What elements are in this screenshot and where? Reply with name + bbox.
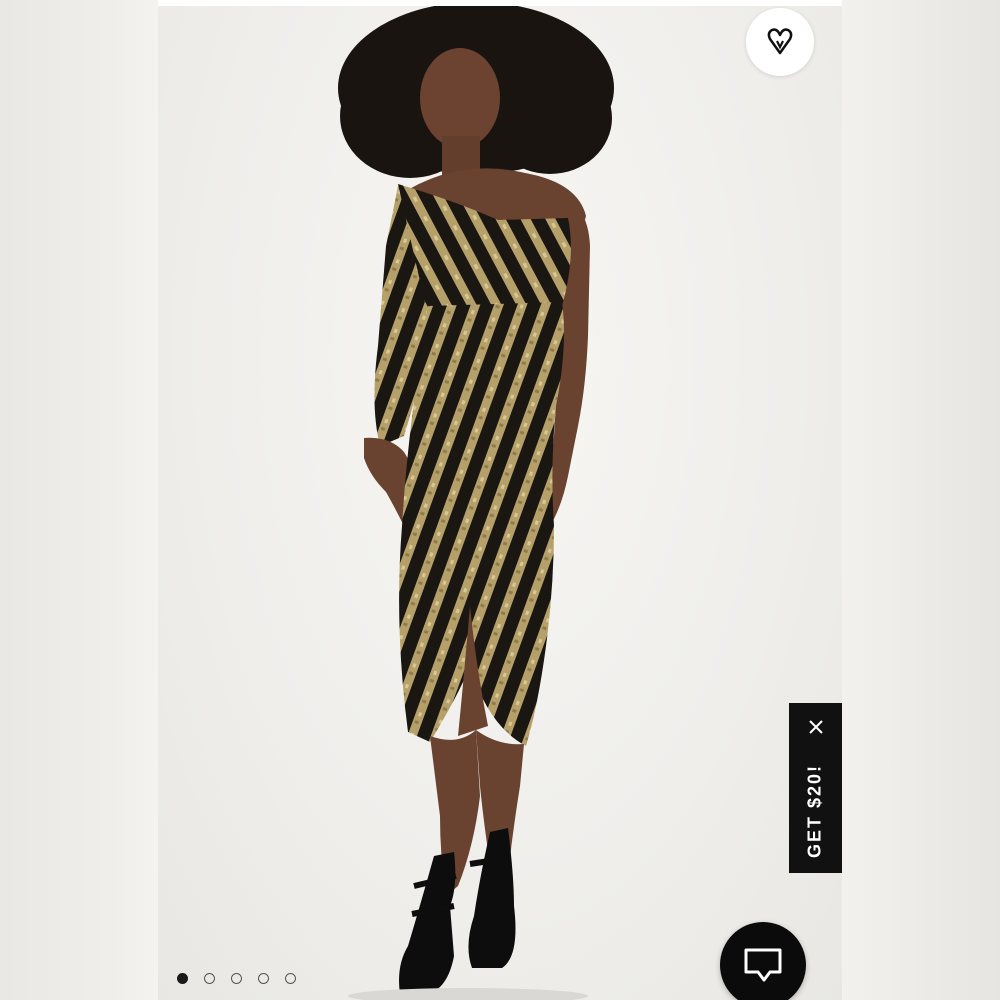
promo-close-button[interactable] (789, 713, 842, 741)
backdrop-left (0, 0, 158, 1000)
product-gallery-screen: GET $20! (158, 0, 842, 1000)
carousel-dots (177, 971, 296, 985)
carousel-dot-2[interactable] (204, 972, 215, 984)
left-shoe (399, 852, 456, 994)
close-icon (808, 720, 823, 734)
carousel-dot-5[interactable] (285, 972, 296, 984)
wishlist-button[interactable] (746, 8, 814, 76)
backdrop-right (842, 0, 1000, 1000)
product-photo[interactable] (158, 6, 842, 1000)
heart-outline-icon (767, 28, 793, 55)
chat-button[interactable] (720, 922, 806, 1000)
face (420, 48, 500, 148)
dress-skirt (399, 302, 564, 746)
model-illustration (338, 6, 614, 1000)
carousel-dot-1[interactable] (177, 972, 188, 984)
promo-tab[interactable]: GET $20! (789, 703, 842, 873)
right-shoe (468, 828, 516, 968)
promo-label: GET $20! (804, 763, 825, 859)
carousel-dot-3[interactable] (231, 972, 242, 984)
carousel-dot-4[interactable] (258, 972, 269, 984)
chat-bubble-icon (744, 948, 782, 982)
